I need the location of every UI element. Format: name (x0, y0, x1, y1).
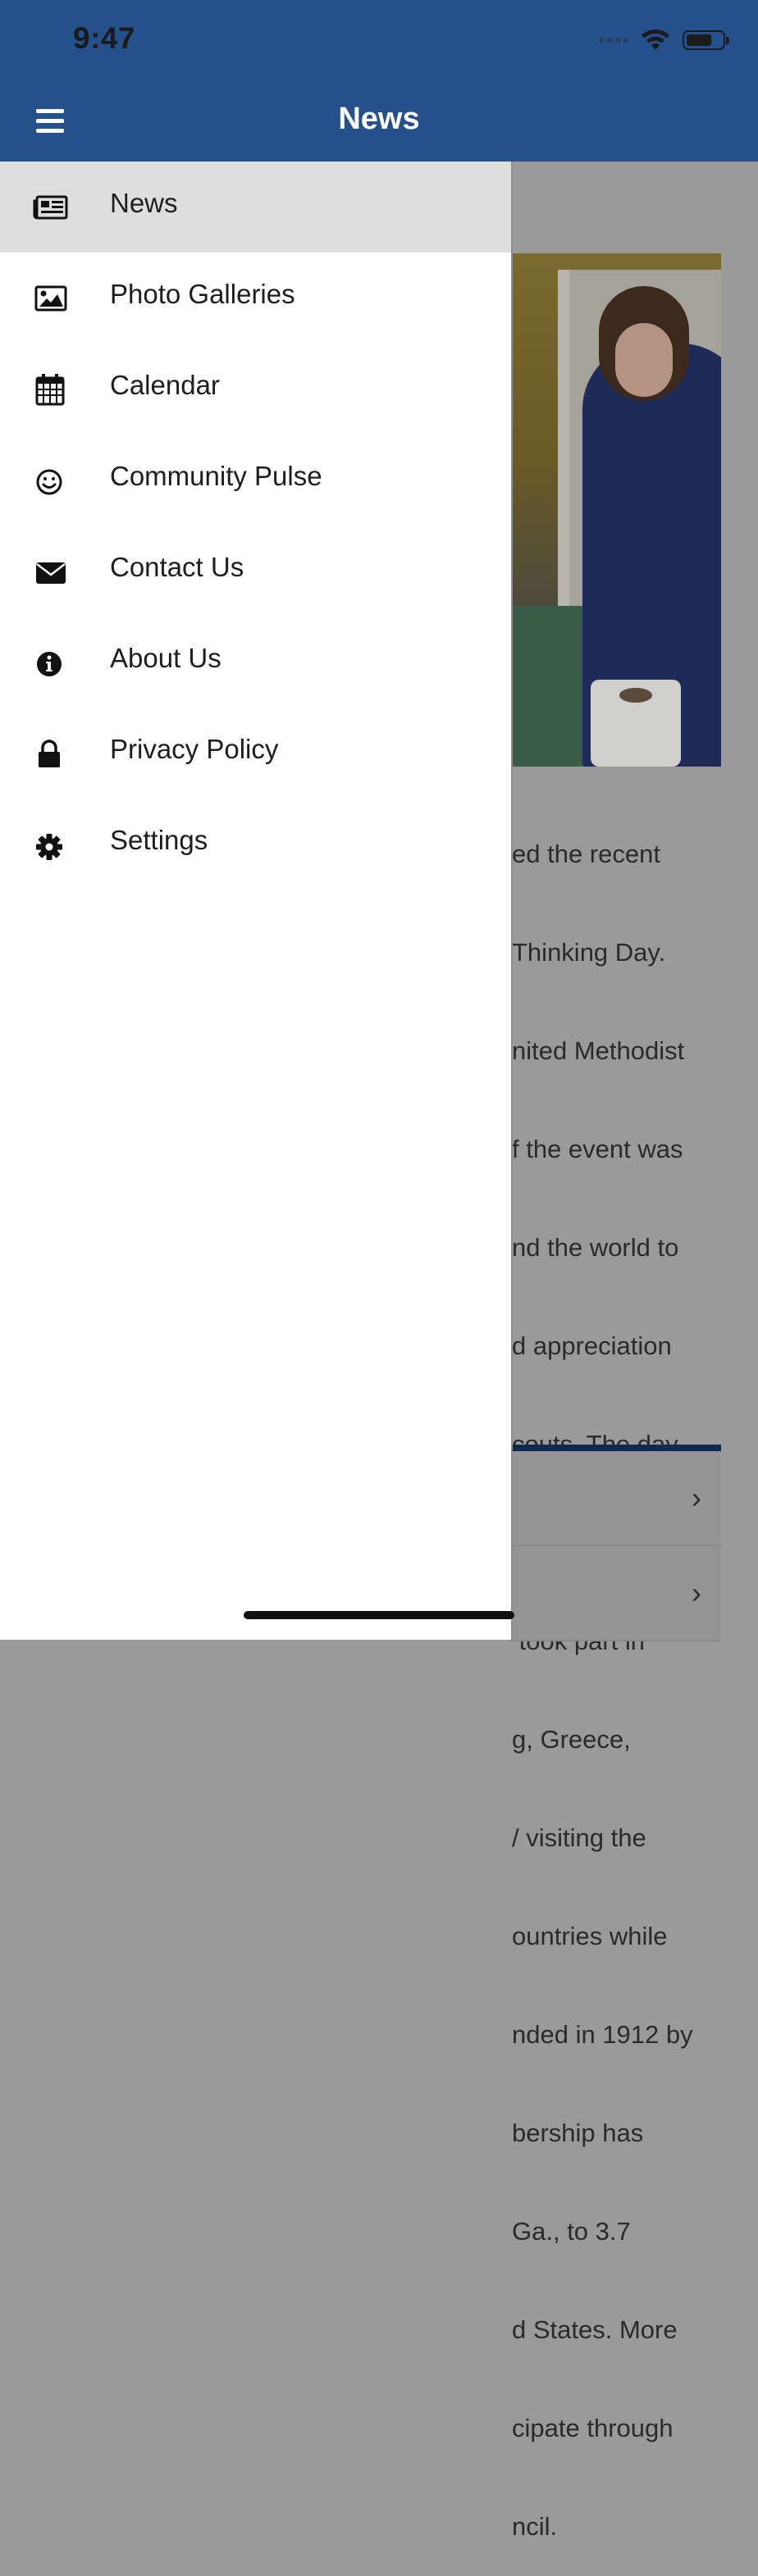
article-line: nited Methodist (512, 1036, 685, 1065)
lock-icon (33, 735, 69, 771)
cellular-signal-icon (599, 38, 628, 43)
menu-item-calendar[interactable]: Calendar (0, 344, 511, 435)
wifi-icon (640, 29, 671, 52)
article-line: d appreciation (512, 1331, 672, 1360)
menu-item-label: Community Pulse (110, 461, 322, 491)
image-icon (33, 280, 69, 316)
menu-item-community-pulse[interactable]: Community Pulse (0, 435, 511, 526)
smiley-icon (33, 462, 69, 498)
article-line: g, Greece, (512, 1725, 631, 1754)
page-title: News (338, 102, 420, 136)
article-line: f the event was (512, 1135, 683, 1163)
article-line: d States. More (512, 2315, 678, 2344)
info-icon (33, 644, 69, 680)
article-photo (509, 253, 721, 767)
menu-item-settings[interactable]: Settings (0, 799, 511, 890)
article-line: cipate through (512, 2414, 674, 2442)
menu-item-photo-galleries[interactable]: Photo Galleries (0, 253, 511, 344)
menu-item-label: News (110, 188, 178, 218)
section-divider (509, 1445, 721, 1451)
menu-item-privacy-policy[interactable]: Privacy Policy (0, 708, 511, 799)
app-header: 9:47 News (0, 0, 758, 162)
article-line: nd the world to (512, 1233, 679, 1262)
article-line: bership has (512, 2119, 644, 2147)
list-item[interactable]: › (509, 1451, 721, 1546)
envelope-icon (33, 553, 69, 589)
article-body: ed the recent Thinking Day. nited Method… (512, 772, 758, 2576)
article-line: Ga., to 3.7 (512, 2217, 631, 2246)
menu-item-about-us[interactable]: About Us (0, 617, 511, 708)
chevron-right-icon: › (692, 1576, 701, 1609)
gear-icon (33, 826, 69, 862)
home-indicator[interactable] (244, 1611, 514, 1619)
calendar-icon (33, 371, 69, 407)
article-line: ountries while (512, 1922, 668, 1950)
article-line: ncil. (512, 2512, 558, 2541)
battery-icon (683, 30, 729, 50)
menu-item-label: Contact Us (110, 552, 244, 582)
list-item[interactable]: › (509, 1546, 721, 1641)
menu-item-news[interactable]: News (0, 162, 511, 253)
article-line: nded in 1912 by (512, 2020, 693, 2049)
menu-item-label: Photo Galleries (110, 279, 295, 309)
navigation-drawer: News Photo Galleries Calendar Community … (0, 162, 511, 1640)
menu-item-label: About Us (110, 643, 221, 673)
menu-item-label: Calendar (110, 370, 220, 400)
chevron-right-icon: › (692, 1481, 701, 1514)
article-line: ed the recent (512, 840, 660, 868)
menu-item-contact-us[interactable]: Contact Us (0, 526, 511, 617)
status-icons (599, 28, 729, 52)
article-line: / visiting the (512, 1823, 646, 1852)
status-time: 9:47 (73, 21, 136, 55)
menu-item-label: Settings (110, 825, 208, 855)
article-line: Thinking Day. (512, 938, 666, 967)
menu-item-label: Privacy Policy (110, 734, 279, 764)
newspaper-icon (33, 189, 69, 225)
